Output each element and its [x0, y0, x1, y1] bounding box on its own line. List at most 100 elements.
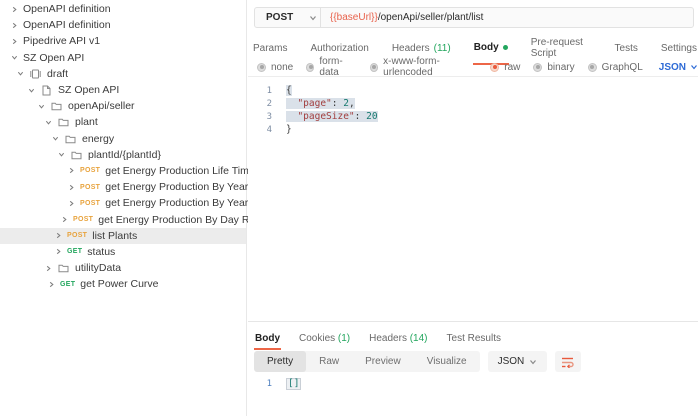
tree-item-openapi-definition[interactable]: OpenAPI definition	[0, 17, 246, 33]
method-badge: POST	[73, 216, 93, 223]
response-language-dropdown[interactable]: JSON	[488, 351, 548, 372]
file-icon	[40, 84, 53, 96]
chevron-down-icon	[307, 12, 319, 24]
tree-item-sz-open-api[interactable]: SZ Open API	[0, 50, 246, 66]
editor-line-content: {	[286, 85, 292, 96]
tree-item-label: OpenAPI definition	[23, 19, 111, 31]
tree-item-energy[interactable]: energy	[0, 131, 246, 147]
radio-icon	[533, 63, 542, 72]
radio-label: binary	[547, 62, 574, 73]
radio-icon	[588, 63, 597, 72]
tree-item-get-power-curve[interactable]: GETget Power Curve	[0, 276, 246, 292]
tree-item-plant[interactable]: plant	[0, 114, 246, 130]
tree-item-label: get Energy Production Life Time	[105, 165, 254, 177]
chevron-down-icon[interactable]	[55, 149, 67, 161]
folder-icon	[57, 262, 70, 274]
folder-icon	[50, 100, 63, 112]
tree-item-utilitydata[interactable]: utilityData	[0, 260, 246, 276]
radio-icon	[257, 63, 266, 72]
radio-icon	[490, 63, 499, 72]
tree-item-get-energy-production-by-day-range[interactable]: POSTget Energy Production By Day Range	[0, 211, 246, 227]
tree-item-label: Pipedrive API v1	[23, 35, 100, 47]
radio-label: form-data	[319, 56, 357, 78]
response-tab-test-results[interactable]: Test Results	[446, 331, 502, 350]
tab-count-badge: (11)	[434, 43, 451, 54]
tree-item-label: openApi/seller	[68, 100, 135, 112]
line-number: 3	[248, 112, 272, 122]
url-path: /openApi/seller/plant/list	[378, 12, 484, 23]
tab-label: Test Results	[447, 333, 501, 344]
response-tab-cookies[interactable]: Cookies (1)	[298, 331, 351, 350]
tree-item-list-plants[interactable]: POSTlist Plants	[0, 228, 246, 244]
tree-item-openapi-seller[interactable]: openApi/seller	[0, 98, 246, 114]
tree-item-plantid-plantid-[interactable]: plantId/{plantId}	[0, 147, 246, 163]
response-body[interactable]: 1 []	[248, 377, 698, 391]
body-type-radio-graphql[interactable]: GraphQL	[588, 62, 643, 73]
tab-label: Params	[253, 43, 287, 54]
body-type-radio-raw[interactable]: raw	[490, 62, 520, 73]
tree-item-label: list Plants	[92, 230, 137, 242]
tree-item-get-energy-production-by-year[interactable]: POST get Energy Production By Year	[0, 179, 246, 195]
method-dropdown[interactable]: POST	[255, 8, 321, 27]
line-number: 4	[248, 125, 272, 135]
response-line-number: 1	[248, 379, 272, 389]
view-button-preview[interactable]: Preview	[352, 351, 414, 372]
tree-item-sz-open-api[interactable]: SZ Open API	[0, 82, 246, 98]
method-badge: GET	[60, 281, 75, 288]
collections-sidebar: OpenAPI definition OpenAPI definition Pipe…	[0, 0, 247, 416]
radio-label: GraphQL	[602, 62, 643, 73]
chevron-right-icon[interactable]	[58, 214, 70, 226]
editor-line: 3 "pageSize": 20	[248, 110, 698, 123]
chevron-down-icon[interactable]	[8, 52, 20, 64]
chevron-down-icon[interactable]	[49, 133, 61, 145]
chevron-down-icon[interactable]	[25, 84, 37, 96]
body-set-indicator-dot	[503, 45, 508, 50]
tree-item-get-energy-production-by-year-month[interactable]: POSTget Energy Production By Year Month	[0, 195, 246, 211]
tree-item-draft[interactable]: draft	[0, 66, 246, 82]
tree-item-status[interactable]: GETstatus	[0, 244, 246, 260]
versions-icon	[29, 68, 42, 80]
editor-line: 1{	[248, 84, 698, 97]
body-type-radio-x-www-form-urlencoded[interactable]: x-www-form-urlencoded	[370, 56, 477, 78]
body-type-radio-binary[interactable]: binary	[533, 62, 574, 73]
chevron-right-icon[interactable]	[52, 230, 64, 242]
chevron-right-icon[interactable]	[42, 262, 54, 274]
chevron-down-icon[interactable]	[14, 68, 26, 80]
tree-item-label: get Energy Production By Year	[105, 181, 248, 193]
editor-line-content: "page": 2,	[286, 98, 355, 109]
view-button-pretty[interactable]: Pretty	[254, 351, 306, 372]
chevron-right-icon[interactable]	[65, 197, 77, 209]
chevron-right-icon[interactable]	[8, 3, 20, 15]
tree-item-label: get Energy Production By Day Range	[98, 214, 273, 226]
tree-item-pipedrive-api-v1[interactable]: Pipedrive API v1	[0, 33, 246, 49]
chevron-right-icon[interactable]	[8, 19, 20, 31]
tree-item-label: OpenAPI definition	[23, 3, 111, 15]
radio-icon	[306, 63, 314, 72]
chevron-right-icon[interactable]	[8, 35, 20, 47]
request-body-editor[interactable]: 1{2 "page": 2,3 "pageSize": 204}	[248, 77, 698, 321]
body-type-radio-none[interactable]: none	[257, 62, 293, 73]
response-tab-headers[interactable]: Headers (14)	[368, 331, 428, 350]
chevron-down-icon[interactable]	[35, 100, 47, 112]
body-language-dropdown[interactable]: JSON	[659, 62, 698, 73]
chevron-down-icon[interactable]	[42, 116, 54, 128]
chevron-right-icon[interactable]	[52, 246, 64, 258]
api-tree: OpenAPI definition OpenAPI definition Pipe…	[0, 1, 246, 292]
chevron-right-icon[interactable]	[65, 181, 77, 193]
tree-item-openapi-definition[interactable]: OpenAPI definition	[0, 1, 246, 17]
response-tab-body[interactable]: Body	[254, 331, 281, 350]
method-label: POST	[266, 12, 293, 23]
method-badge: POST	[80, 184, 100, 191]
tab-label: Body	[474, 42, 499, 53]
body-type-row: none form-data x-www-form-urlencoded raw bin…	[257, 56, 698, 78]
wrap-lines-button[interactable]	[555, 351, 581, 372]
view-button-raw[interactable]: Raw	[306, 351, 352, 372]
chevron-right-icon[interactable]	[45, 278, 57, 290]
body-type-radio-form-data[interactable]: form-data	[306, 56, 357, 78]
chevron-right-icon[interactable]	[65, 165, 77, 177]
view-button-visualize[interactable]: Visualize	[414, 351, 480, 372]
url-input[interactable]: {{baseUrl}}/openApi/seller/plant/list	[321, 8, 483, 27]
method-badge: GET	[67, 248, 82, 255]
editor-line-content: "pageSize": 20	[286, 111, 378, 122]
tree-item-get-energy-production-life-time[interactable]: POSTget Energy Production Life Time	[0, 163, 246, 179]
